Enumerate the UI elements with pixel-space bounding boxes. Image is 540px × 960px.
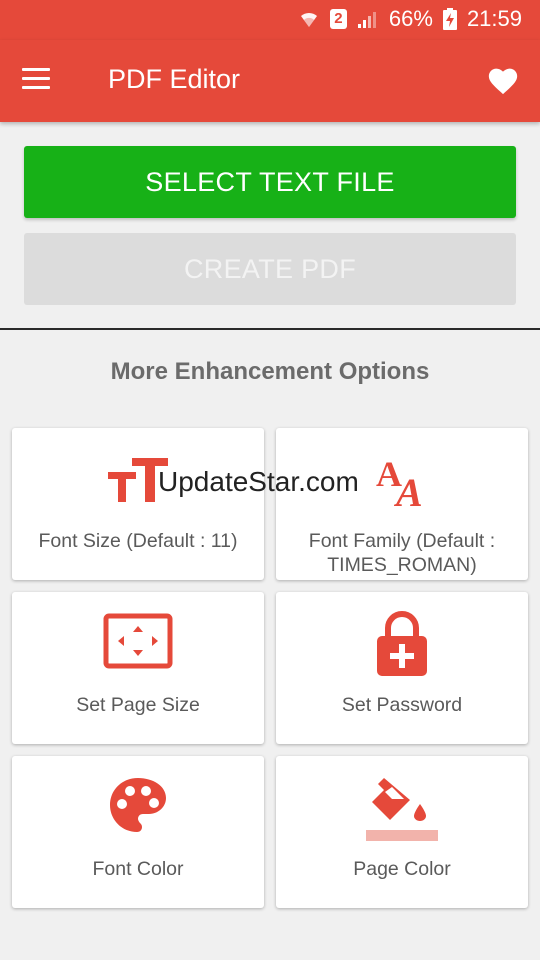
font-family-icon: A A	[376, 454, 423, 510]
option-label: Page Color	[353, 858, 451, 880]
hamburger-menu-icon[interactable]	[22, 68, 50, 90]
signal-icon	[357, 12, 376, 28]
wifi-icon	[300, 12, 317, 27]
option-label: Font Color	[92, 858, 184, 880]
app-bar: PDF Editor	[0, 40, 540, 122]
page-color-option[interactable]: Page Color	[276, 756, 528, 908]
option-label: Set Page Size	[76, 694, 200, 716]
status-bar: 2 66% 21:59	[0, 0, 540, 40]
font-size-option[interactable]: Font Size (Default : 11)	[12, 428, 264, 580]
select-text-file-button[interactable]: SELECT TEXT FILE	[24, 146, 516, 218]
lock-icon	[377, 611, 427, 676]
divider	[0, 328, 540, 330]
font-color-option[interactable]: Font Color	[12, 756, 264, 908]
paint-bucket-icon	[366, 778, 438, 841]
page-size-option[interactable]: Set Page Size	[12, 592, 264, 744]
page-size-icon	[103, 613, 173, 669]
option-label: Font Family (Default : TIMES_ROMAN)	[308, 530, 496, 576]
create-pdf-button: CREATE PDF	[24, 233, 516, 305]
heart-icon[interactable]	[486, 64, 520, 96]
battery-charging-icon	[442, 8, 457, 30]
font-size-icon	[108, 458, 168, 502]
option-label: Font Size (Default : 11)	[38, 530, 238, 552]
battery-percent: 66%	[388, 6, 433, 31]
status-icons: 2 66% 21:59	[298, 6, 522, 32]
clock: 21:59	[466, 6, 522, 31]
palette-icon	[110, 778, 166, 832]
set-password-option[interactable]: Set Password	[276, 592, 528, 744]
option-label: Set Password	[341, 694, 463, 716]
font-family-option[interactable]: A A Font Family (Default : TIMES_ROMAN)	[276, 428, 528, 580]
sim-slot-icon: 2	[329, 9, 347, 29]
app-title: PDF Editor	[108, 64, 241, 94]
svg-text:A: A	[393, 470, 423, 510]
section-title: More Enhancement Options	[110, 358, 430, 385]
